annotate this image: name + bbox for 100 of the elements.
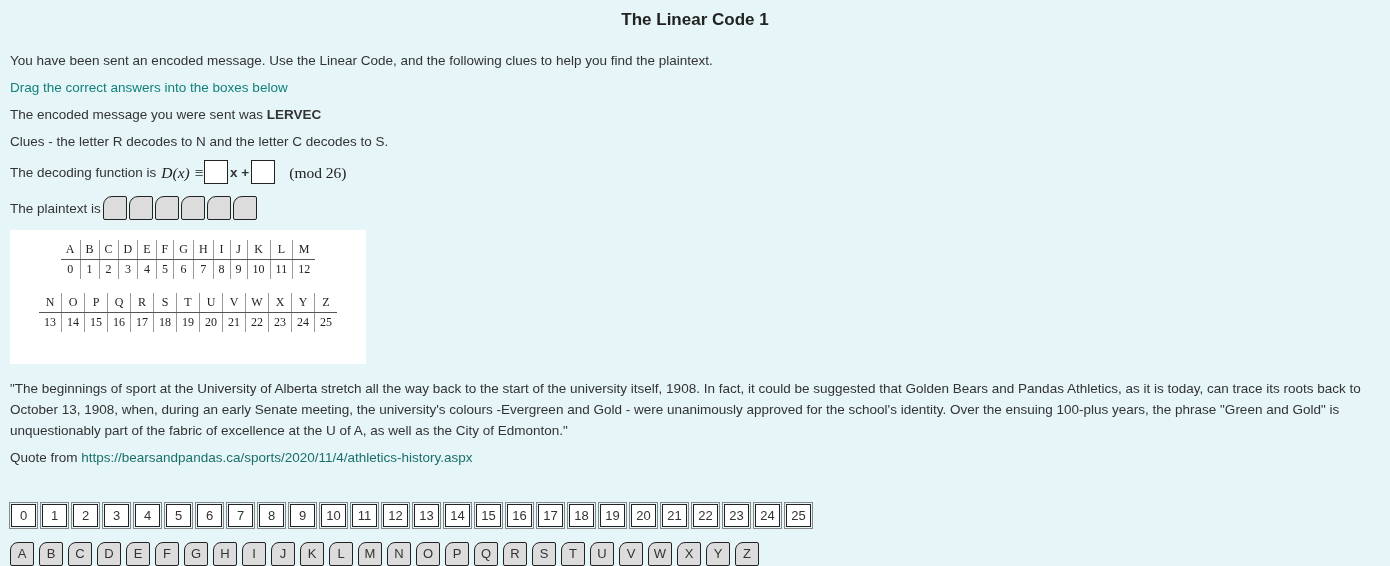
number-tile[interactable]: 22 <box>693 504 718 527</box>
answer-drop-box[interactable] <box>251 160 276 184</box>
letter-cell: E <box>137 240 157 260</box>
number-tile[interactable]: 5 <box>166 504 191 527</box>
encoded-message-text: The encoded message you were sent was LERVEC <box>10 106 323 123</box>
letter-cell: B <box>80 240 100 260</box>
number-cell: 2 <box>99 259 119 279</box>
letter-tile[interactable]: E <box>126 542 150 566</box>
letter-tile[interactable]: D <box>97 542 121 566</box>
letter-tile[interactable]: Q <box>474 542 498 566</box>
letter-tile[interactable]: N <box>387 542 411 566</box>
letter-cell: T <box>176 293 200 313</box>
letter-tile[interactable]: S <box>532 542 556 566</box>
letter-tile[interactable]: U <box>590 542 614 566</box>
letter-drop-box[interactable] <box>180 196 205 220</box>
intro-text: You have been sent an encoded message. Use the Linear Code, and the following clues to help you find the plaintext. <box>10 52 714 69</box>
number-tile[interactable]: 17 <box>538 504 563 527</box>
number-tile[interactable]: 0 <box>11 504 36 527</box>
number-tile[interactable]: 15 <box>476 504 501 527</box>
letter-cell: A <box>60 240 80 260</box>
number-tile[interactable]: 23 <box>724 504 749 527</box>
source-link[interactable]: https://bearsandpandas.ca/sports/2020/11/4/athletics-history.aspx <box>81 450 473 465</box>
number-tile[interactable]: 6 <box>197 504 222 527</box>
letter-tile[interactable]: M <box>358 542 382 566</box>
page-title: The Linear Code 1 <box>620 10 770 30</box>
number-cell: 18 <box>153 312 177 332</box>
number-tile[interactable]: 13 <box>414 504 439 527</box>
letter-cell: D <box>118 240 138 260</box>
number-tile[interactable]: 2 <box>73 504 98 527</box>
number-cell: 10 <box>247 259 271 279</box>
letter-cell: H <box>193 240 214 260</box>
number-cell: 3 <box>118 259 138 279</box>
letter-tile[interactable]: W <box>648 542 672 566</box>
source-label: Quote from <box>10 450 78 465</box>
number-cell: 20 <box>199 312 223 332</box>
letter-tile[interactable]: Z <box>735 542 759 566</box>
letter-tile[interactable]: R <box>503 542 527 566</box>
letter-drop-box[interactable] <box>232 196 257 220</box>
number-tile[interactable]: 14 <box>445 504 470 527</box>
number-cell: 23 <box>268 312 292 332</box>
letter-cell: R <box>130 293 154 313</box>
number-tile[interactable]: 3 <box>104 504 129 527</box>
letter-tile[interactable]: P <box>445 542 469 566</box>
number-tile[interactable]: 4 <box>135 504 160 527</box>
number-tile[interactable]: 21 <box>662 504 687 527</box>
function-label: The decoding function is <box>10 163 157 181</box>
number-tile[interactable]: 8 <box>259 504 284 527</box>
number-cell: 11 <box>270 259 293 279</box>
letter-tile[interactable]: G <box>184 542 208 566</box>
number-tile[interactable]: 1 <box>42 504 67 527</box>
number-tile[interactable]: 7 <box>228 504 253 527</box>
number-tile[interactable]: 20 <box>631 504 656 527</box>
number-tile[interactable]: 25 <box>786 504 811 527</box>
letter-cell: I <box>213 240 231 260</box>
letter-cell: X <box>268 293 292 313</box>
letter-tile[interactable]: B <box>39 542 63 566</box>
number-tile[interactable]: 18 <box>569 504 594 527</box>
number-tile[interactable]: 12 <box>383 504 408 527</box>
letter-tile[interactable]: F <box>155 542 179 566</box>
number-cell: 15 <box>84 312 108 332</box>
instruction-text: Drag the correct answers into the boxes below <box>10 79 289 96</box>
number-tile[interactable]: 11 <box>352 504 377 527</box>
letter-tile[interactable]: X <box>677 542 701 566</box>
letter-tile[interactable]: J <box>271 542 295 566</box>
number-tile[interactable]: 24 <box>755 504 780 527</box>
letter-tile[interactable]: O <box>416 542 440 566</box>
letter-cell: U <box>199 293 223 313</box>
function-term: x + <box>230 163 250 181</box>
letter-tile[interactable]: A <box>10 542 34 566</box>
number-cell: 12 <box>292 259 316 279</box>
letter-tile[interactable]: K <box>300 542 324 566</box>
letter-tile[interactable]: V <box>619 542 643 566</box>
number-cell: 13 <box>39 312 62 332</box>
letter-drop-box[interactable] <box>128 196 153 220</box>
plaintext-label: The plaintext is <box>10 199 101 217</box>
letter-tile[interactable]: T <box>561 542 585 566</box>
letter-tile[interactable]: C <box>68 542 92 566</box>
number-cell: 16 <box>107 312 131 332</box>
letter-tile[interactable]: H <box>213 542 237 566</box>
number-tile[interactable]: 16 <box>507 504 532 527</box>
letter-drop-box[interactable] <box>102 196 127 220</box>
letter-cell: L <box>270 240 293 260</box>
letter-tile[interactable]: L <box>329 542 353 566</box>
letter-tile[interactable]: I <box>242 542 266 566</box>
answer-drop-box[interactable] <box>204 160 229 184</box>
number-cell: 1 <box>80 259 100 279</box>
letter-cell: M <box>292 240 316 260</box>
number-cell: 24 <box>291 312 315 332</box>
letter-drop-box[interactable] <box>154 196 179 220</box>
letter-cell: S <box>153 293 177 313</box>
letter-cell: W <box>245 293 269 313</box>
letter-drop-box[interactable] <box>206 196 231 220</box>
number-tile[interactable]: 9 <box>290 504 315 527</box>
letter-tile[interactable]: Y <box>706 542 730 566</box>
number-cell: 6 <box>173 259 194 279</box>
letter-cell: F <box>156 240 174 260</box>
number-tile[interactable]: 10 <box>321 504 346 527</box>
letter-cell: P <box>84 293 108 313</box>
number-cell: 0 <box>60 259 80 279</box>
number-tile[interactable]: 19 <box>600 504 625 527</box>
